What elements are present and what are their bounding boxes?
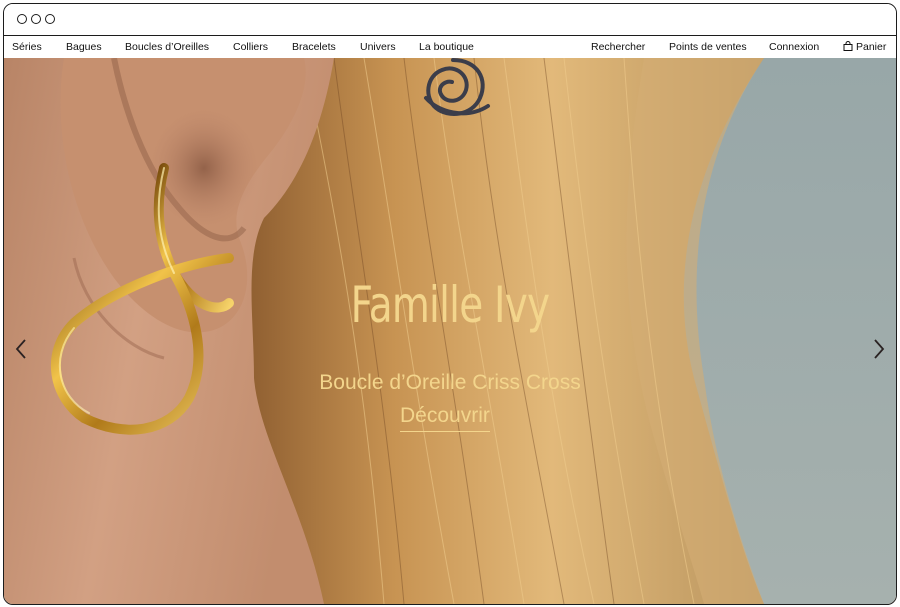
window-maximize-dot[interactable] (45, 14, 55, 24)
hero-subtitle: Boucle d’Oreille Criss Cross (319, 371, 581, 394)
nav-item-series[interactable]: Séries (12, 41, 42, 53)
cart-label: Panier (856, 41, 887, 53)
hero-carousel: Famille Ivy Boucle d’Oreille Criss Cross… (4, 58, 896, 604)
browser-titlebar (4, 4, 896, 36)
bag-icon (843, 41, 853, 51)
nav-item-univers[interactable]: Univers (360, 41, 396, 53)
chevron-right-icon[interactable] (872, 338, 886, 360)
browser-window: Séries Bagues Boucles d’Oreilles Collier… (3, 3, 897, 605)
nav-item-bracelets[interactable]: Bracelets (292, 41, 336, 53)
window-close-dot[interactable] (17, 14, 27, 24)
hero-title: Famille Ivy (350, 276, 551, 334)
brand-logo[interactable] (408, 58, 498, 130)
cart-button[interactable]: Panier (843, 41, 886, 53)
nav-item-rechercher[interactable]: Rechercher (591, 41, 645, 53)
chevron-left-icon[interactable] (14, 338, 28, 360)
nav-item-connexion[interactable]: Connexion (769, 41, 819, 53)
nav-item-bagues[interactable]: Bagues (66, 41, 102, 53)
window-minimize-dot[interactable] (31, 14, 41, 24)
nav-item-la-boutique[interactable]: La boutique (419, 41, 474, 53)
nav-item-points-de-ventes[interactable]: Points de ventes (669, 41, 747, 53)
discover-link[interactable]: Découvrir (400, 404, 490, 432)
nav-item-boucles-d-oreilles[interactable]: Boucles d’Oreilles (125, 41, 209, 53)
main-navigation: Séries Bagues Boucles d’Oreilles Collier… (4, 36, 896, 58)
nav-item-colliers[interactable]: Colliers (233, 41, 268, 53)
